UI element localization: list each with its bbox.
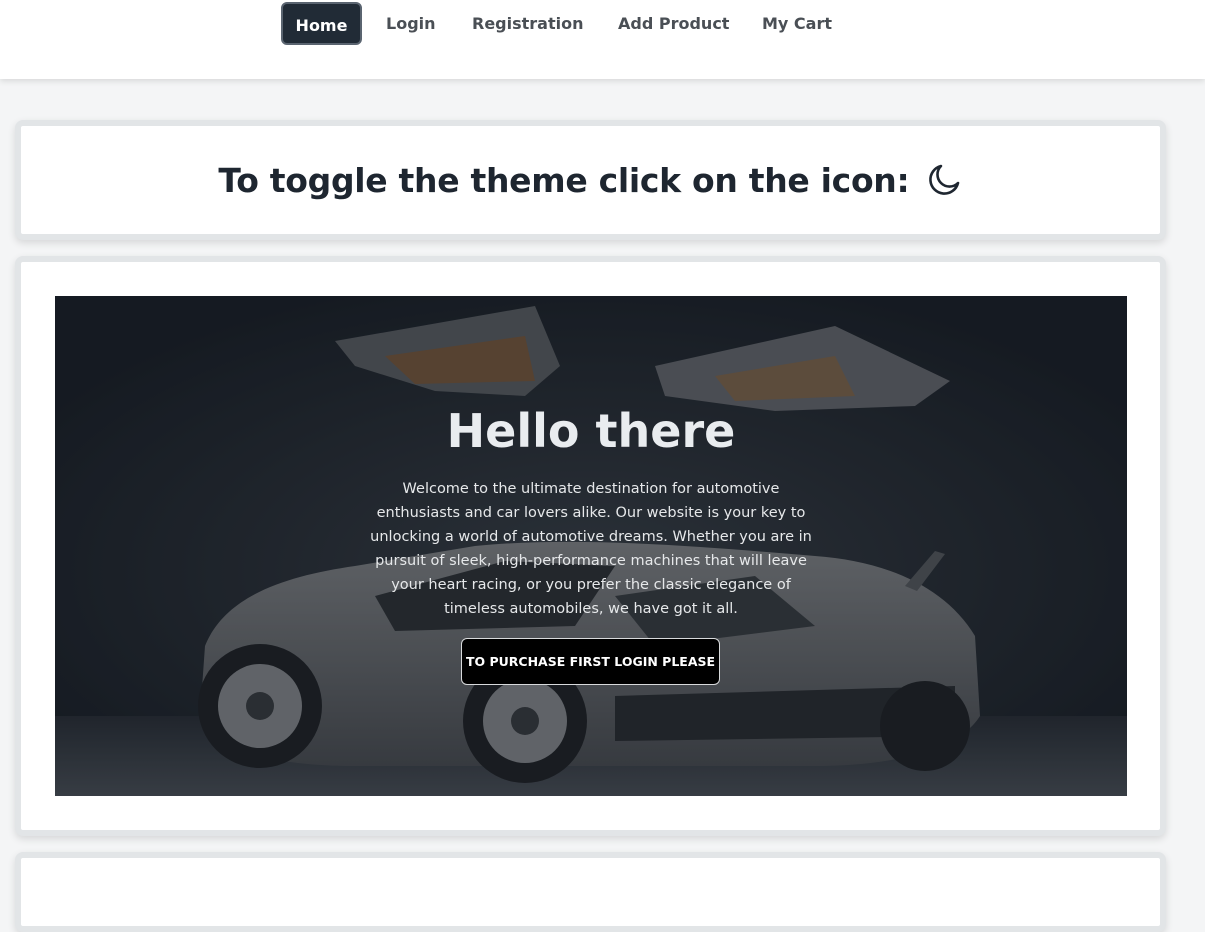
moon-icon[interactable] — [927, 161, 963, 197]
theme-toggle-card: To toggle the theme click on the icon: — [15, 120, 1166, 240]
theme-heading: To toggle the theme click on the icon: — [21, 161, 1160, 200]
next-section-card — [15, 852, 1166, 932]
nav-home[interactable]: Home — [281, 2, 362, 45]
nav-add-product[interactable]: Add Product — [618, 2, 729, 45]
nav-registration[interactable]: Registration — [472, 2, 583, 45]
hero-banner: Hello there Welcome to the ultimate dest… — [55, 296, 1127, 796]
theme-heading-text: To toggle the theme click on the icon: — [218, 161, 910, 200]
nav-login[interactable]: Login — [386, 2, 436, 45]
hero-title: Hello there — [446, 404, 736, 458]
nav-my-cart[interactable]: My Cart — [762, 2, 832, 45]
purchase-login-button[interactable]: TO PURCHASE FIRST LOGIN PLEASE — [461, 638, 720, 685]
hero-card: Hello there Welcome to the ultimate dest… — [15, 256, 1166, 836]
top-navbar: Home Login Registration Add Product My C… — [0, 0, 1205, 79]
hero-description: Welcome to the ultimate destination for … — [370, 481, 812, 617]
